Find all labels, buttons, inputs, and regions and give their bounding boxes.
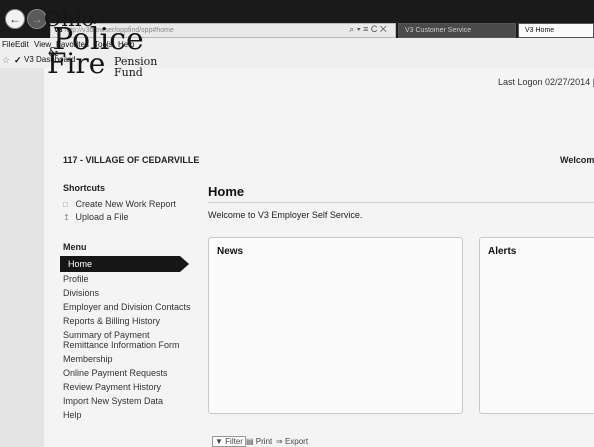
menu-item-reports-billing[interactable]: Reports & Billing History bbox=[63, 316, 160, 326]
menu-item-summary-payment[interactable]: Summary of Payment bbox=[63, 330, 150, 340]
page-title: Home bbox=[208, 184, 245, 199]
shortcut-label: Upload a File bbox=[75, 212, 129, 222]
agency-name: 117 - VILLAGE OF CEDARVILLE bbox=[63, 155, 200, 165]
shortcut-upload-file[interactable]: ↥ Upload a File bbox=[63, 212, 129, 222]
alerts-panel: Alerts bbox=[479, 237, 594, 414]
opf-logo[interactable]: Ohio • Police & Fire Pension Fund bbox=[44, 8, 164, 84]
filter-button[interactable]: ▼ Filter bbox=[212, 436, 246, 447]
print-button[interactable]: ▤ Print bbox=[246, 436, 272, 447]
favorites-star-icon[interactable]: ☆ bbox=[2, 53, 10, 67]
news-panel: News bbox=[208, 237, 463, 414]
menu-item-help[interactable]: Help bbox=[63, 410, 82, 420]
export-label: Export bbox=[284, 437, 309, 446]
printer-icon: ▤ bbox=[246, 437, 254, 446]
shortcuts-title: Shortcuts bbox=[63, 183, 106, 193]
back-button[interactable]: ← bbox=[5, 9, 25, 29]
title-divider bbox=[208, 202, 594, 203]
upload-icon: ↥ bbox=[63, 213, 70, 222]
news-title: News bbox=[217, 246, 244, 257]
menu-item-membership[interactable]: Membership bbox=[63, 354, 113, 364]
logo-fire: Fire bbox=[47, 47, 106, 80]
tab-customer-service[interactable]: V3 Customer Service bbox=[398, 23, 516, 38]
menu-item-payment-history[interactable]: Review Payment History bbox=[63, 382, 161, 392]
menu-item-divisions[interactable]: Divisions bbox=[63, 288, 99, 298]
address-tools[interactable]: ⌕ ▾ ≡ C ✕ bbox=[340, 23, 396, 38]
menu-item-remittance-form[interactable]: Remittance Information Form bbox=[63, 340, 180, 350]
v3-logo-icon: ✓ bbox=[14, 55, 22, 65]
tab-home[interactable]: V3 Home bbox=[518, 23, 594, 38]
filter-icon: ▼ bbox=[215, 437, 223, 446]
left-margin bbox=[0, 68, 44, 447]
logo-fund: Fund bbox=[114, 66, 143, 79]
menu-item-import-data[interactable]: Import New System Data bbox=[63, 396, 163, 406]
menu-item-online-payment[interactable]: Online Payment Requests bbox=[63, 368, 168, 378]
document-icon: □ bbox=[63, 200, 68, 209]
shortcut-create-work-report[interactable]: □ Create New Work Report bbox=[63, 199, 176, 209]
menu-edit[interactable]: Edit bbox=[15, 38, 29, 52]
welcome-message: Welcome to V3 Employer Self Service. bbox=[208, 210, 363, 220]
last-logon: Last Logon 02/27/2014 | bbox=[498, 77, 594, 87]
menu-file[interactable]: File bbox=[2, 38, 15, 52]
menu-item-profile[interactable]: Profile bbox=[63, 274, 89, 284]
filter-label: Filter bbox=[225, 437, 243, 446]
menu-item-contacts[interactable]: Employer and Division Contacts bbox=[63, 302, 191, 312]
print-label: Print bbox=[255, 437, 273, 446]
shortcut-label: Create New Work Report bbox=[75, 199, 176, 209]
menu-item-home[interactable]: Home bbox=[60, 256, 180, 272]
forward-arrow-icon: → bbox=[31, 12, 43, 26]
alerts-title: Alerts bbox=[488, 246, 517, 257]
export-icon: ⇒ bbox=[276, 437, 283, 446]
export-button[interactable]: ⇒ Export bbox=[276, 436, 308, 447]
menu-active-arrow bbox=[180, 256, 189, 272]
welcome-user: Welcom bbox=[560, 155, 594, 165]
menu-title: Menu bbox=[63, 242, 87, 252]
back-arrow-icon: ← bbox=[9, 12, 21, 26]
